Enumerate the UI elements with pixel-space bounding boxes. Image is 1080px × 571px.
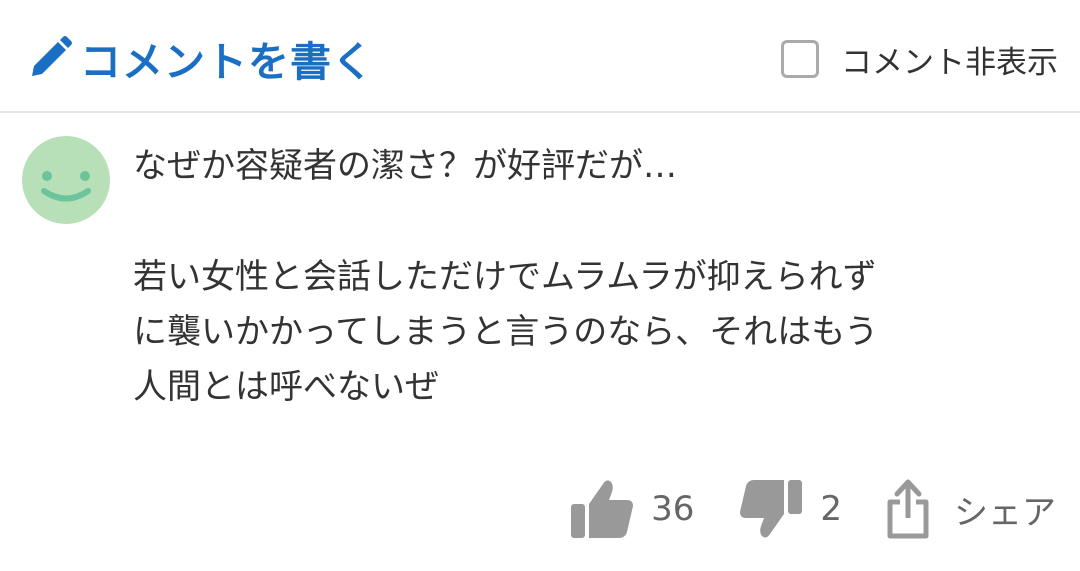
hide-comments-checkbox[interactable]: [781, 40, 819, 78]
dislike-button[interactable]: 2: [738, 478, 842, 540]
like-count: 36: [651, 489, 695, 529]
dislike-count: 2: [820, 489, 842, 529]
comment-card: コメントを書く コメント非表示 なぜか容疑者の潔さ？が好評だが… 若い女性と会話…: [0, 0, 1080, 571]
share-label: シェア: [954, 492, 1056, 533]
share-icon: [887, 479, 929, 539]
write-comment-label: コメントを書く: [80, 38, 374, 86]
share-button[interactable]: シェア: [886, 478, 1056, 540]
comment-line: に襲いかかってしまうと言うのなら、それはもう: [133, 312, 879, 352]
thumbs-up-icon: [571, 480, 634, 538]
comment-line: なぜか容疑者の潔さ？が好評だが…: [133, 146, 677, 186]
comment-line: 若い女性と会話しただけでムラムラが抑えられず: [133, 257, 877, 297]
hide-comments-label: コメント非表示: [841, 44, 1058, 81]
thumbs-down-icon: [740, 480, 803, 538]
hide-comments-toggle[interactable]: コメント非表示: [781, 36, 1058, 82]
smiley-face-icon: [22, 136, 110, 224]
pencil-icon: [32, 36, 72, 76]
comment-line: 人間とは呼べないぜ: [133, 367, 439, 407]
like-button[interactable]: 36: [569, 478, 694, 540]
comment-actions: 36 2 シェア: [569, 474, 1056, 544]
write-comment-button[interactable]: コメントを書く: [26, 28, 374, 88]
comment-header: コメントを書く コメント非表示: [0, 0, 1080, 113]
comment-body: なぜか容疑者の潔さ？が好評だが… 若い女性と会話しただけでムラムラが抑えられず …: [133, 139, 1053, 415]
